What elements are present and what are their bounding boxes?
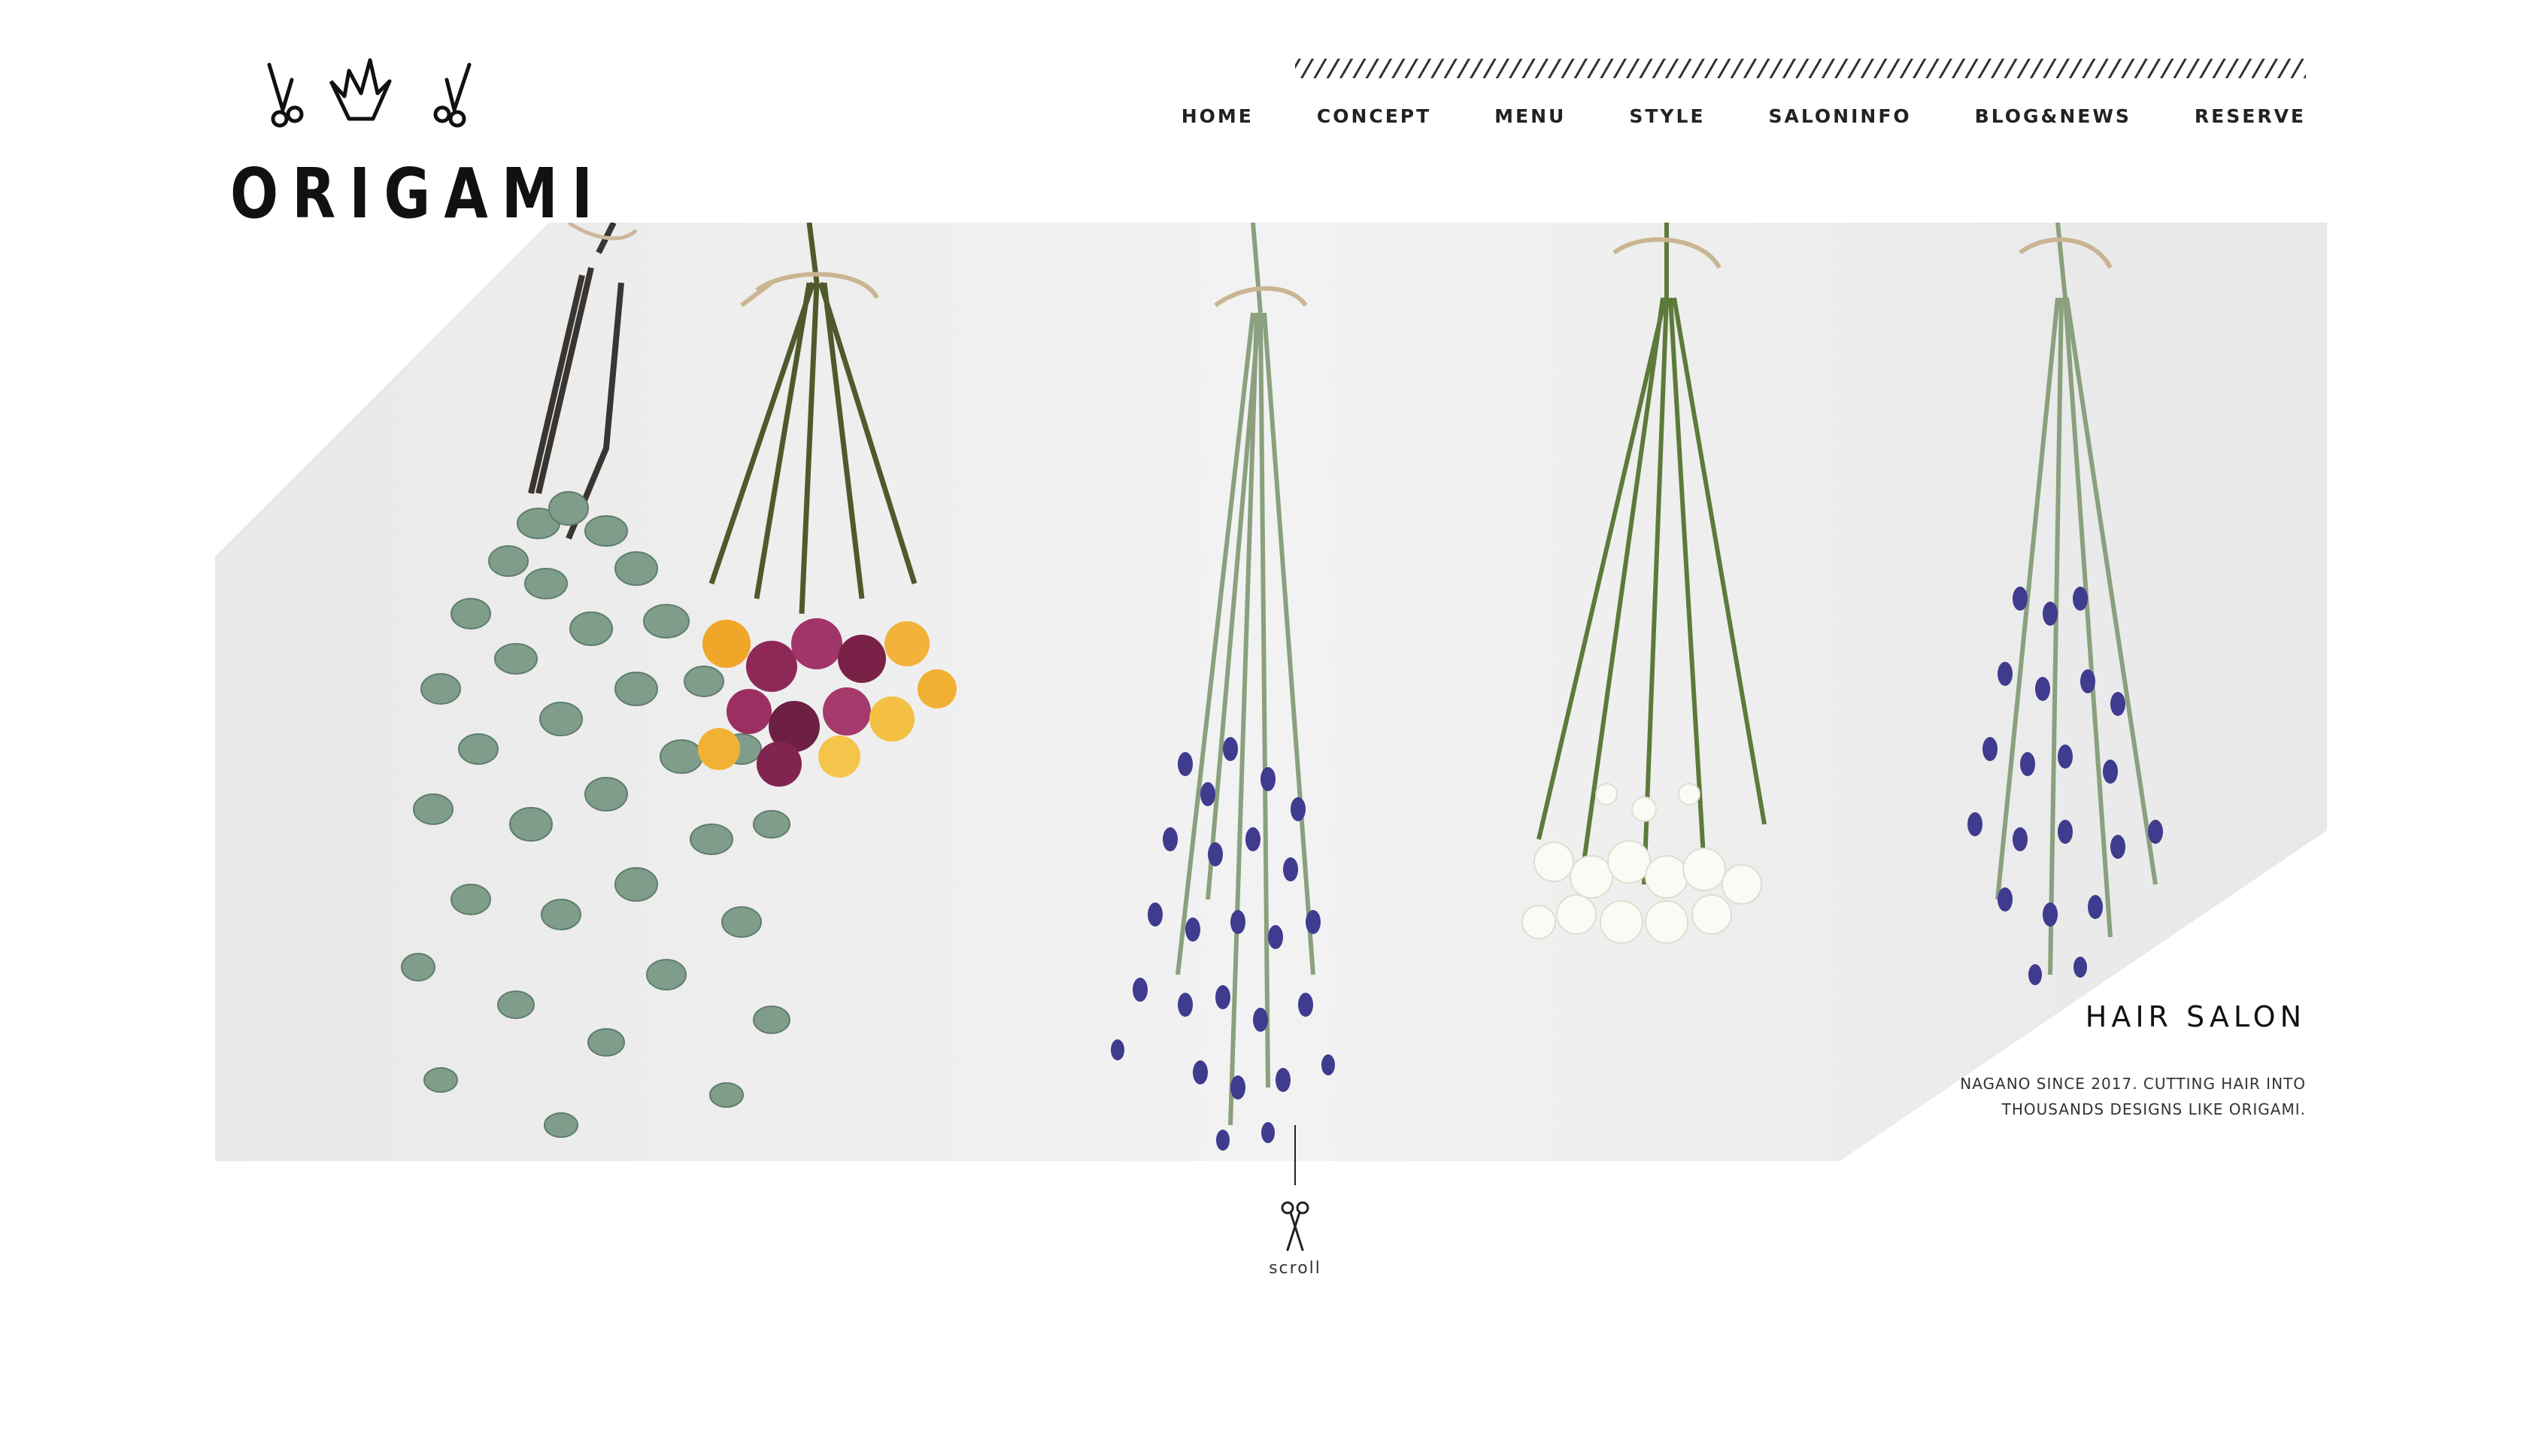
nav-item-menu[interactable]: MENU xyxy=(1494,105,1566,127)
main-nav: HOME CONCEPT MENU STYLE SALONINFO BLOG&N… xyxy=(1182,105,2306,127)
nav-item-home[interactable]: HOME xyxy=(1182,105,1254,127)
scissors-icon xyxy=(433,62,472,128)
scroll-line xyxy=(1294,1125,1296,1185)
nav-hatch-decoration xyxy=(1295,59,2306,78)
scroll-indicator[interactable]: scroll xyxy=(1257,1125,1333,1291)
nav-item-concept[interactable]: CONCEPT xyxy=(1317,105,1431,127)
scissors-icon xyxy=(1281,1201,1309,1251)
scissors-icon xyxy=(267,62,304,128)
crown-icon xyxy=(329,58,392,121)
nav-item-saloninfo[interactable]: SALONINFO xyxy=(1769,105,1912,127)
scroll-label: scroll xyxy=(1269,1259,1321,1278)
logo-emblem xyxy=(267,58,472,128)
hero-description: NAGANO SINCE 2017. CUTTING HAIR INTO THO… xyxy=(1960,1075,2306,1118)
hero-title: HAIR SALON xyxy=(2085,1000,2306,1033)
nav-item-reserve[interactable]: RESERVE xyxy=(2195,105,2306,127)
hero-caption: HAIR SALON NAGANO SINCE 2017. CUTTING HA… xyxy=(1900,1000,2306,1122)
site-logo[interactable]: ORIGAMI xyxy=(230,54,593,235)
nav-item-style[interactable]: STYLE xyxy=(1629,105,1705,127)
logo-wordmark: ORIGAMI xyxy=(230,153,607,234)
nav-item-blog-news[interactable]: BLOG&NEWS xyxy=(1975,105,2131,127)
